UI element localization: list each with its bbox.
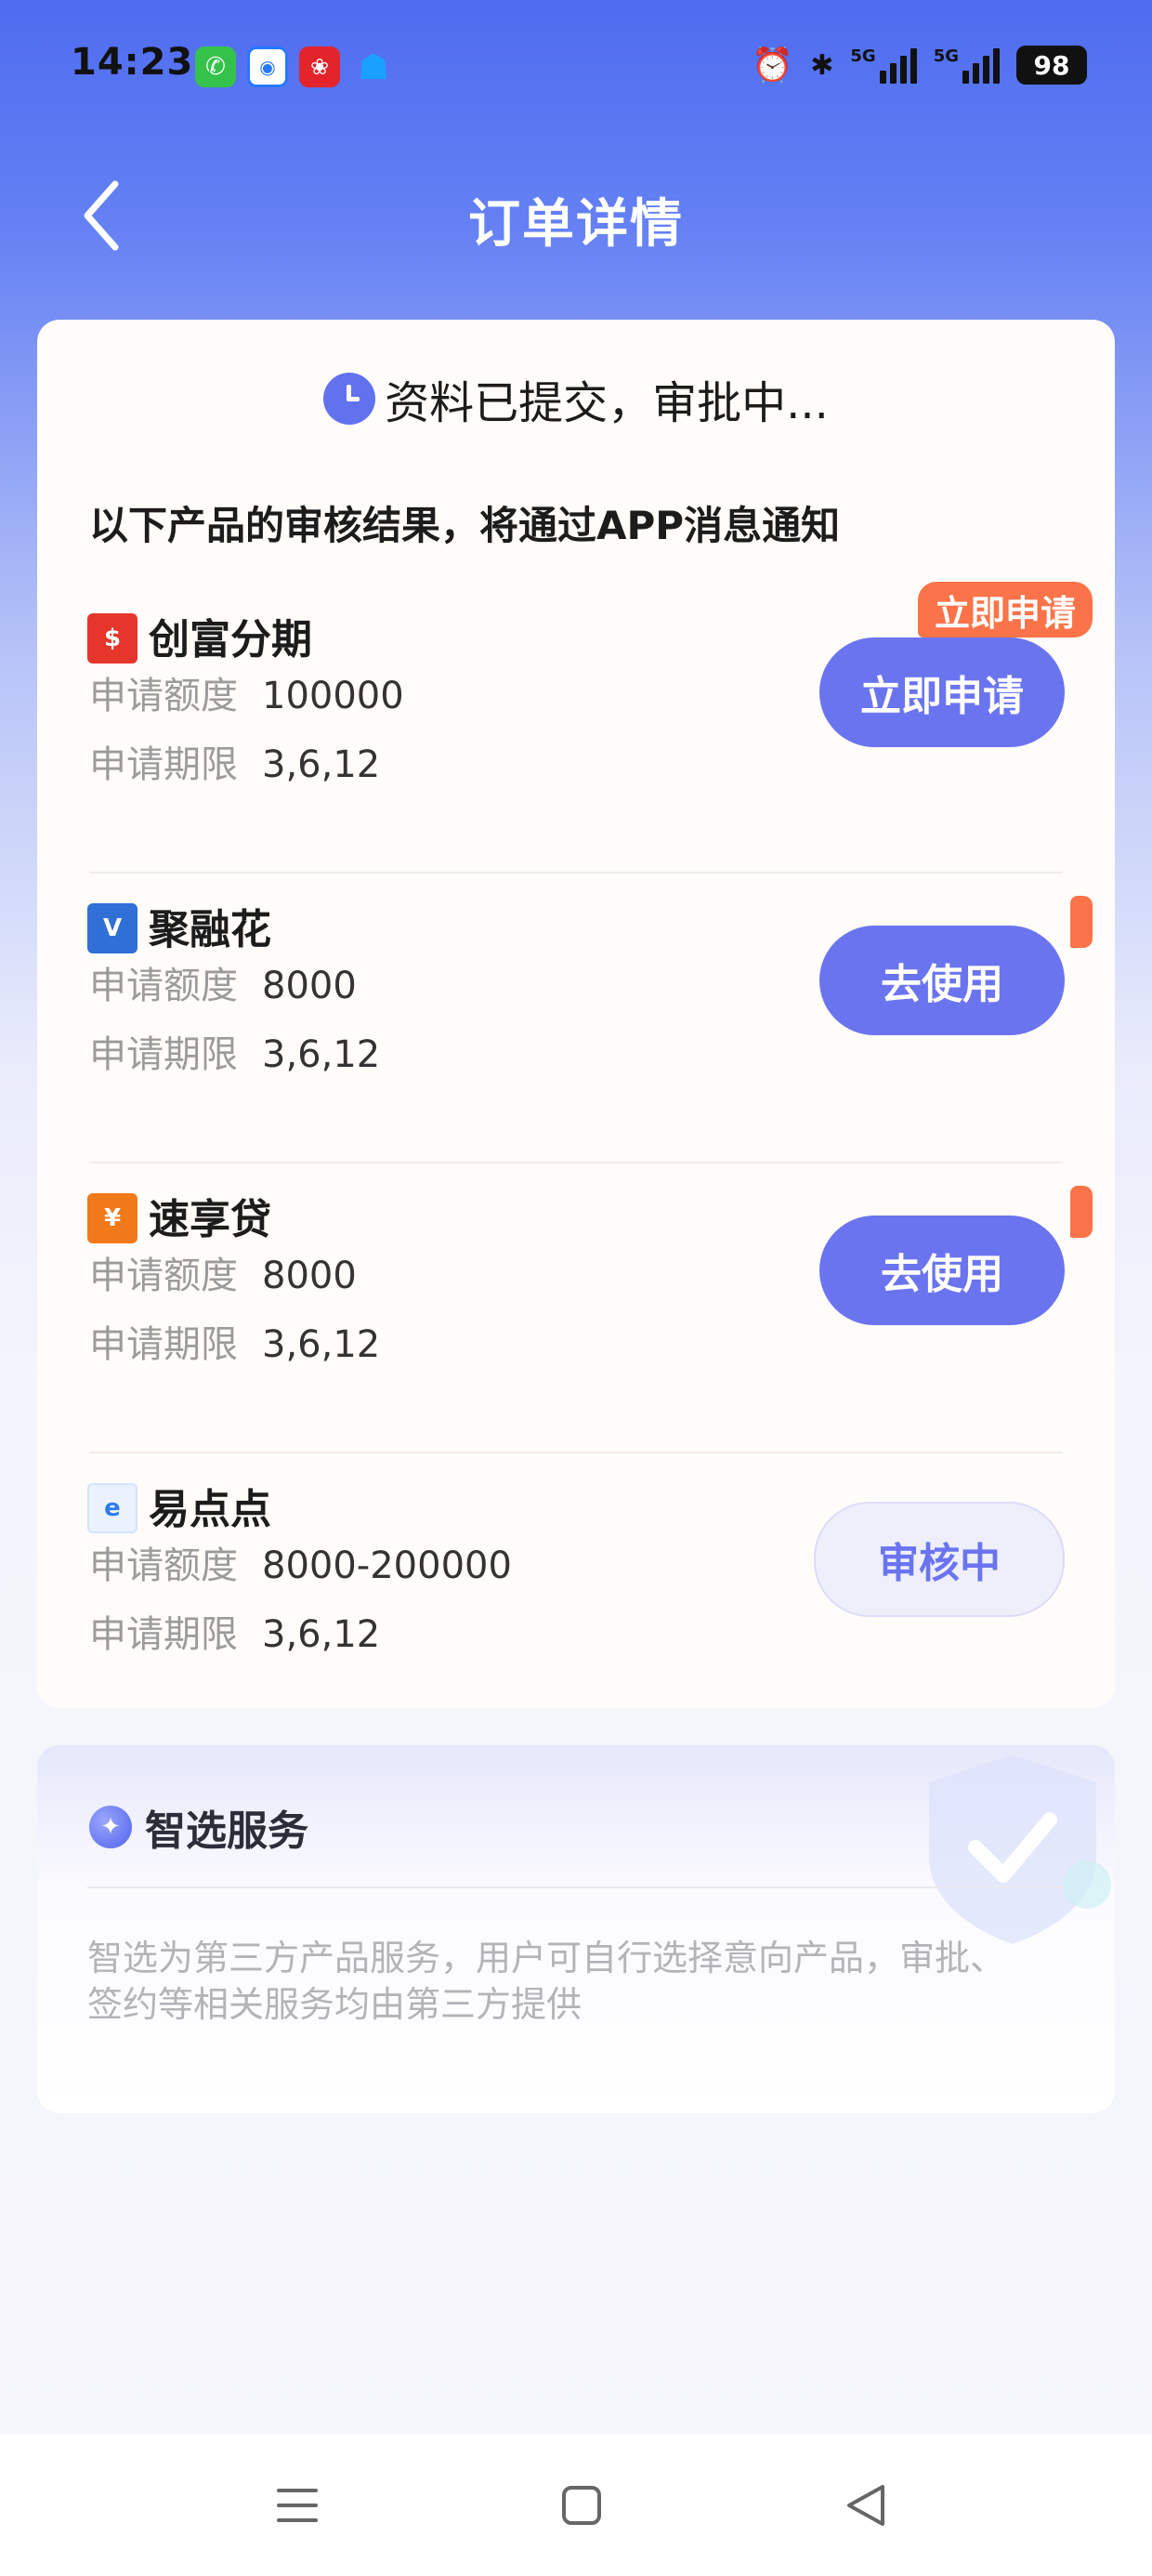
service-card: 智选服务 智选为第三方产品服务，用户可自行选择意向产品，审批、签约等相关服务均由…	[37, 1745, 1115, 2113]
term-value: 3,6,12	[262, 1033, 381, 1076]
term-label: 申请期限	[89, 743, 238, 786]
badge-tab	[1070, 896, 1093, 948]
service-header: 智选服务	[89, 1797, 308, 1857]
term-label: 申请期限	[89, 1323, 238, 1366]
service-title: 智选服务	[145, 1807, 308, 1855]
battery-indicator: 98	[1016, 46, 1087, 85]
shield-check-icon	[929, 1755, 1111, 1944]
amount-value: 8000	[262, 965, 357, 1007]
service-description: 智选为第三方产品服务，用户可自行选择意向产品，审批、签约等相关服务均由第三方提供	[87, 1938, 1006, 2025]
alarm-icon: ⏰	[752, 46, 794, 85]
bank-app-icon: ◉	[247, 46, 288, 87]
product-item: $ 创富分期 申请额度 100000 申请期限 3,6,12 立即申请 立即申请	[37, 582, 1115, 874]
amount-label: 申请额度	[89, 675, 238, 717]
term-value: 3,6,12	[262, 1613, 381, 1656]
sparkle-icon	[89, 1806, 132, 1848]
term-label: 申请期限	[89, 1613, 238, 1656]
use-button[interactable]: 去使用	[819, 1216, 1065, 1325]
badge-tab	[1070, 1186, 1093, 1238]
amount-row: 申请额度 8000-200000	[89, 1535, 512, 1589]
product-item: ¥ 速享贷 申请额度 8000 申请期限 3,6,12 去使用	[37, 1175, 1115, 1453]
product-name: 聚融花	[149, 906, 271, 953]
phone-icon: ✆	[195, 46, 236, 87]
under-review-button[interactable]: 审核中	[814, 1502, 1065, 1617]
product-name: 速享贷	[149, 1196, 271, 1243]
clock-icon	[323, 373, 376, 425]
divider	[89, 872, 1063, 874]
signal-icon: 5G	[850, 46, 917, 84]
amount-row: 申请额度 100000	[89, 665, 404, 719]
status-indicators: ⏰ ✱ 5G 5G 98	[752, 41, 1087, 89]
term-value: 3,6,12	[262, 1323, 381, 1366]
product-name: 易点点	[149, 1486, 271, 1533]
term-value: 3,6,12	[262, 743, 381, 786]
suxiangdai-logo-icon: ¥	[87, 1193, 137, 1243]
product-name: 创富分期	[149, 616, 312, 664]
amount-row: 申请额度 8000	[89, 955, 357, 1009]
pinduoduo-icon: ❀	[299, 46, 340, 87]
divider	[87, 1886, 1065, 1888]
qq-icon: ☗	[357, 46, 390, 87]
amount-label: 申请额度	[89, 1255, 238, 1297]
status-time: 14:23	[71, 41, 194, 84]
page-title: 订单详情	[468, 194, 684, 255]
term-row: 申请期限 3,6,12	[89, 1604, 380, 1658]
chuangfu-logo-icon: $	[87, 613, 137, 664]
amount-value: 100000	[262, 675, 404, 717]
amount-label: 申请额度	[89, 965, 238, 1007]
back-triangle-icon[interactable]	[838, 2477, 894, 2533]
apply-badge: 立即申请	[917, 582, 1093, 637]
network-label: 5G	[933, 46, 959, 66]
amount-row: 申请额度 8000	[89, 1245, 357, 1299]
divider	[89, 1452, 1063, 1453]
bluetooth-icon: ✱	[810, 48, 834, 82]
use-button[interactable]: 去使用	[819, 926, 1065, 1035]
product-item: V 聚融花 申请额度 8000 申请期限 3,6,12 去使用	[37, 885, 1115, 1163]
divider	[89, 1162, 1063, 1163]
network-label: 5G	[850, 46, 876, 66]
term-row: 申请期限 3,6,12	[89, 1024, 380, 1078]
amount-label: 申请额度	[89, 1544, 238, 1587]
apply-now-button[interactable]: 立即申请	[819, 637, 1065, 747]
yidiandian-logo-icon: e	[87, 1483, 137, 1533]
notice-text: 以下产品的审核结果，将通过APP消息通知	[89, 503, 841, 548]
order-card: 资料已提交，审批中... 以下产品的审核结果，将通过APP消息通知 $ 创富分期…	[37, 320, 1115, 1708]
term-row: 申请期限 3,6,12	[89, 1314, 380, 1368]
amount-value: 8000	[262, 1255, 357, 1297]
product-item: e 易点点 申请额度 8000-200000 申请期限 3,6,12 审核中	[37, 1465, 1115, 1743]
amount-value: 8000-200000	[262, 1544, 512, 1587]
order-status-text: 资料已提交，审批中...	[385, 377, 829, 429]
term-label: 申请期限	[89, 1033, 238, 1076]
home-icon[interactable]	[554, 2477, 609, 2533]
system-nav-bar	[0, 2435, 1152, 2576]
status-bar: 14:23 ✆ ◉ ❀ ☗ ⏰ ✱ 5G 5G 98	[0, 0, 1152, 139]
juronghua-logo-icon: V	[87, 903, 137, 953]
term-row: 申请期限 3,6,12	[89, 734, 380, 788]
signal-icon: 5G	[934, 46, 1000, 84]
page: 14:23 ✆ ◉ ❀ ☗ ⏰ ✱ 5G 5G 98 订单详情 资料已提交，审批…	[0, 0, 1152, 2576]
order-status: 资料已提交，审批中...	[37, 366, 1115, 431]
menu-icon[interactable]	[269, 2477, 325, 2533]
